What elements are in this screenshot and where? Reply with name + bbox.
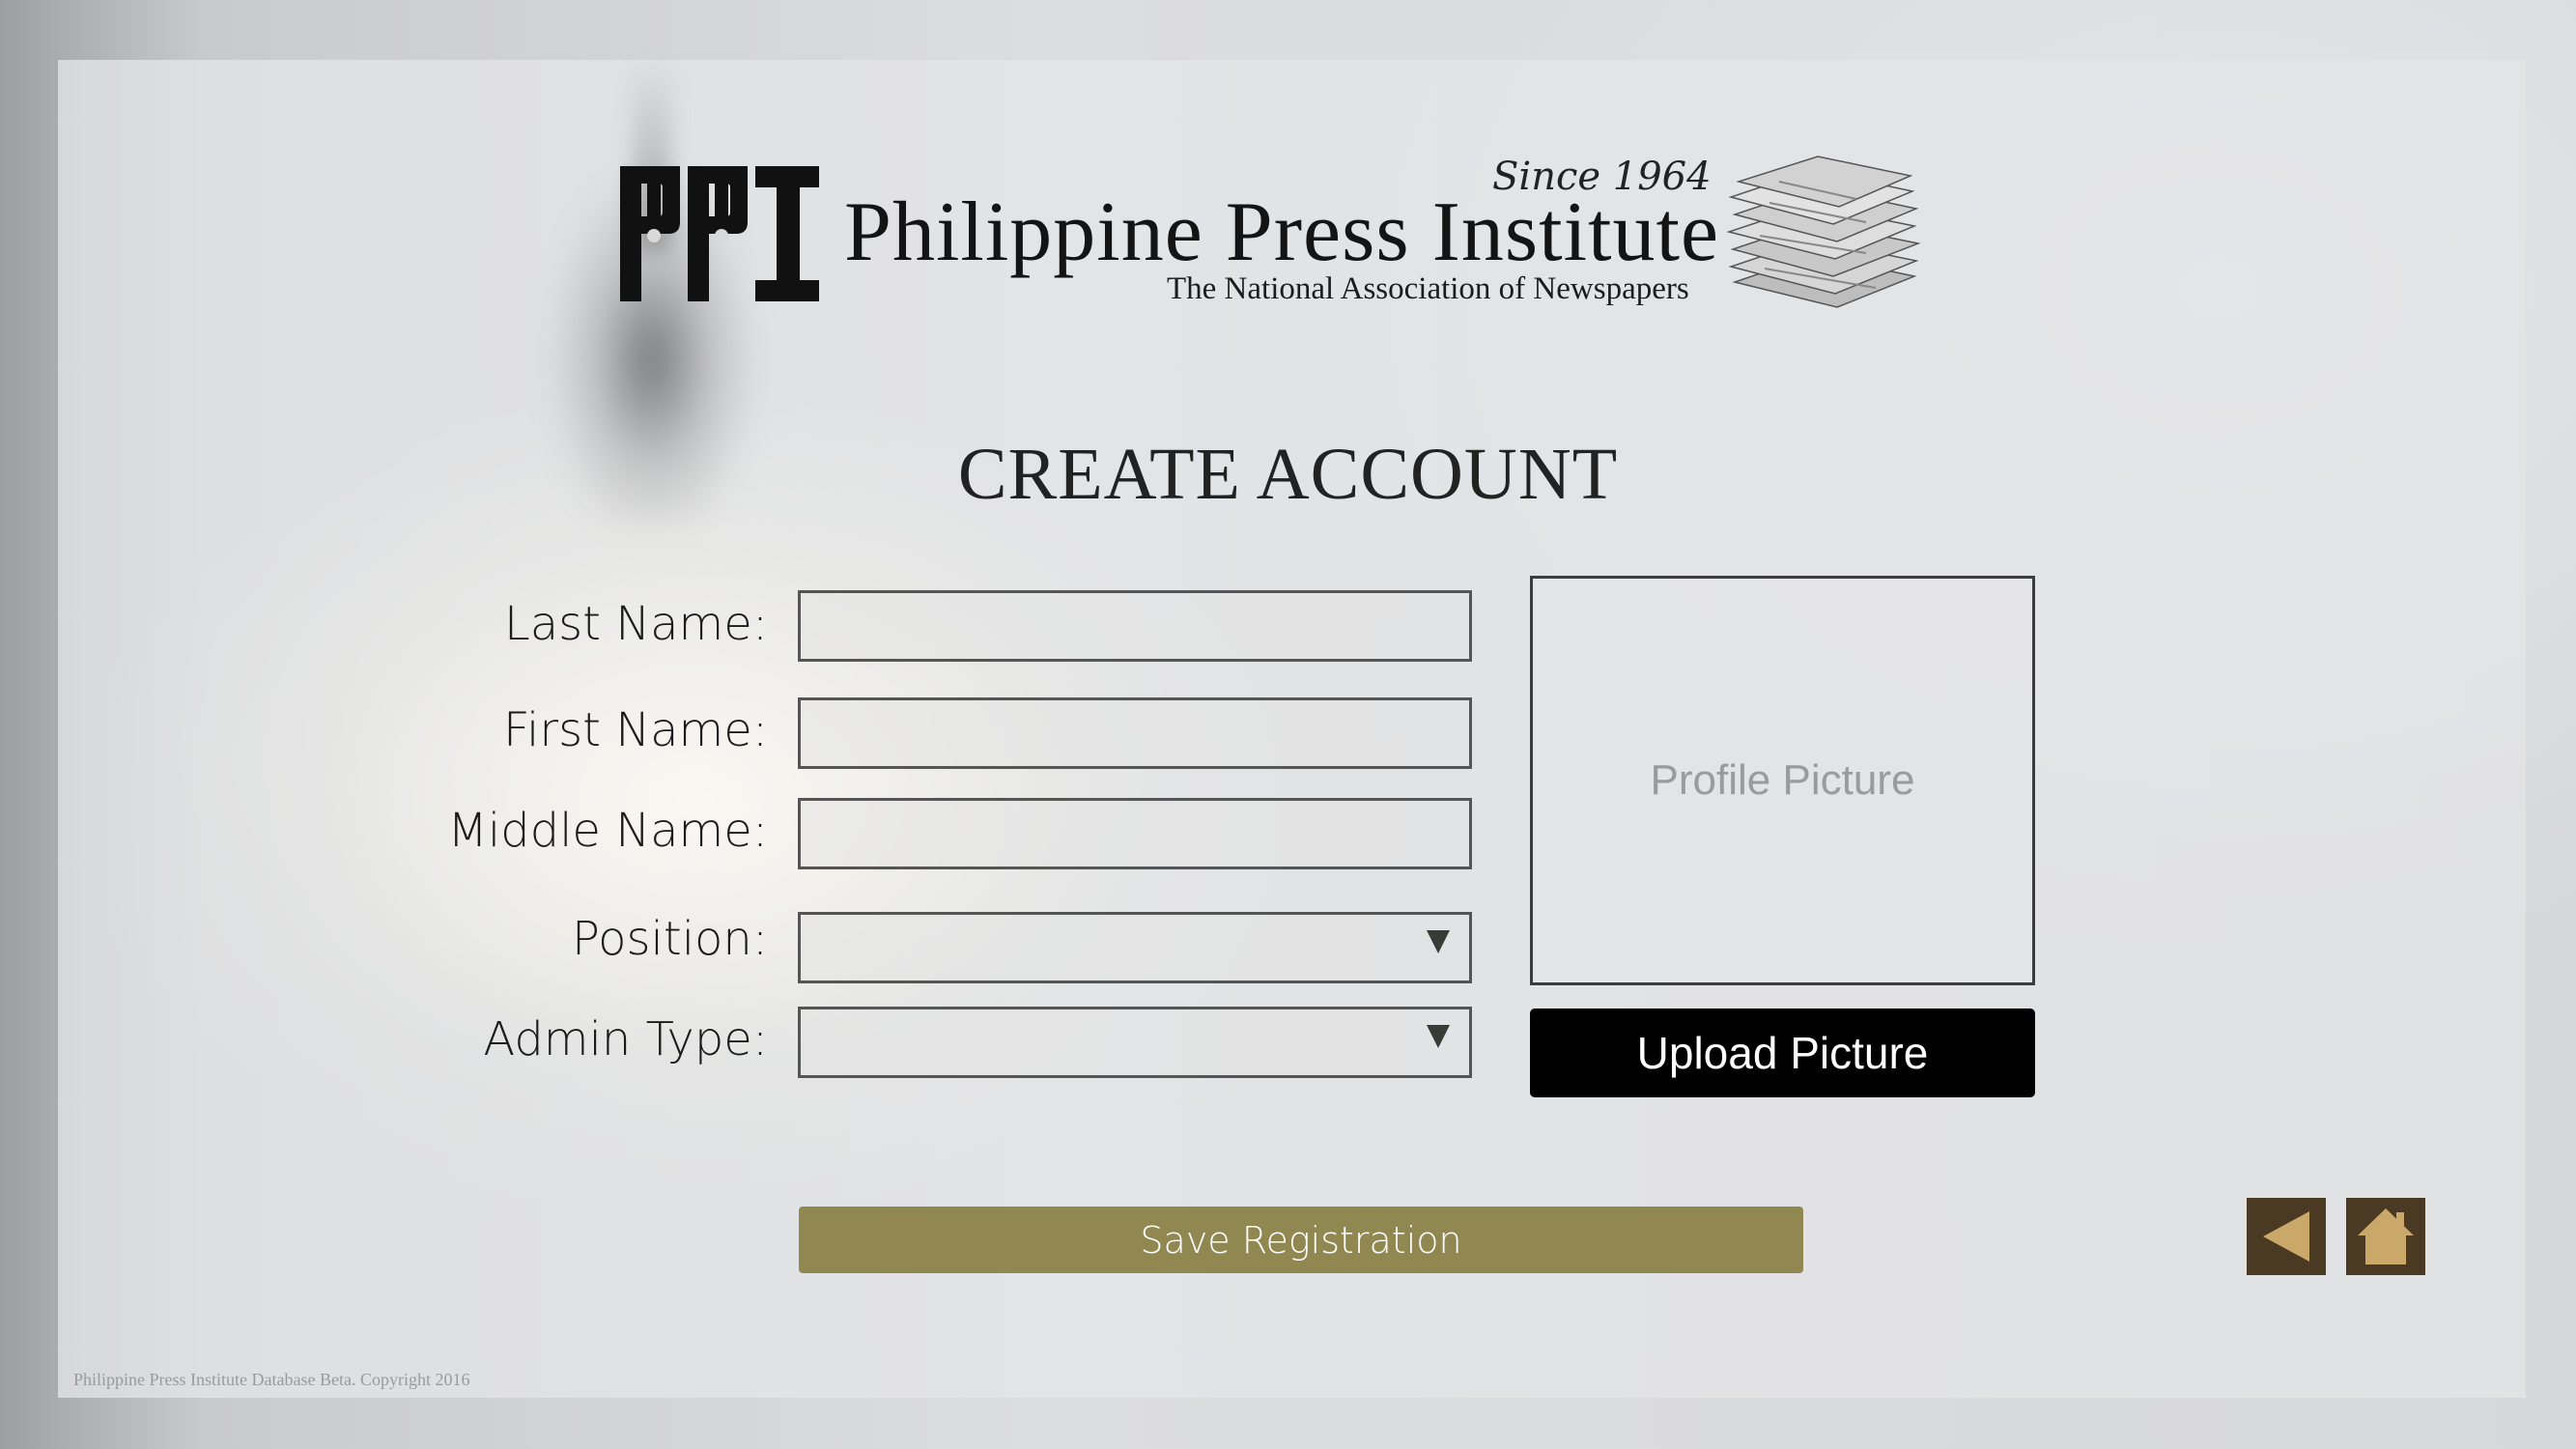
chevron-down-icon[interactable] — [1427, 1025, 1450, 1048]
save-registration-button[interactable]: Save Registration — [799, 1207, 1803, 1273]
newspaper-stack-icon — [1726, 156, 1921, 308]
position-select[interactable] — [798, 912, 1472, 983]
position-label: Position: — [571, 912, 768, 966]
brand-tagline: The National Association of Newspapers — [1167, 271, 1689, 306]
home-button[interactable] — [2346, 1198, 2425, 1275]
middle-name-field[interactable] — [798, 798, 1472, 869]
last-name-field[interactable] — [798, 590, 1472, 662]
upload-picture-button[interactable]: Upload Picture — [1530, 1009, 2035, 1097]
last-name-input[interactable] — [801, 593, 1469, 659]
home-icon — [2358, 1208, 2414, 1264]
back-arrow-icon — [2263, 1211, 2309, 1262]
chevron-down-icon[interactable] — [1427, 930, 1450, 953]
first-name-input[interactable] — [801, 700, 1469, 766]
middle-name-input[interactable] — [801, 801, 1469, 867]
profile-picture-box[interactable]: Profile Picture — [1530, 576, 2035, 985]
back-button[interactable] — [2247, 1198, 2326, 1275]
profile-picture-placeholder: Profile Picture — [1650, 756, 1915, 804]
page-title: CREATE ACCOUNT — [957, 434, 1619, 515]
last-name-label: Last Name: — [503, 597, 768, 651]
first-name-label: First Name: — [502, 703, 768, 757]
footer-copyright: Philippine Press Institute Database Beta… — [73, 1370, 470, 1389]
middle-name-label: Middle Name: — [447, 804, 768, 858]
admin-type-label: Admin Type: — [483, 1012, 768, 1066]
brand-name: Philippine Press Institute — [844, 185, 1719, 279]
ppi-logo-icon — [620, 166, 819, 301]
admin-type-select[interactable] — [798, 1007, 1472, 1078]
first-name-field[interactable] — [798, 697, 1472, 769]
